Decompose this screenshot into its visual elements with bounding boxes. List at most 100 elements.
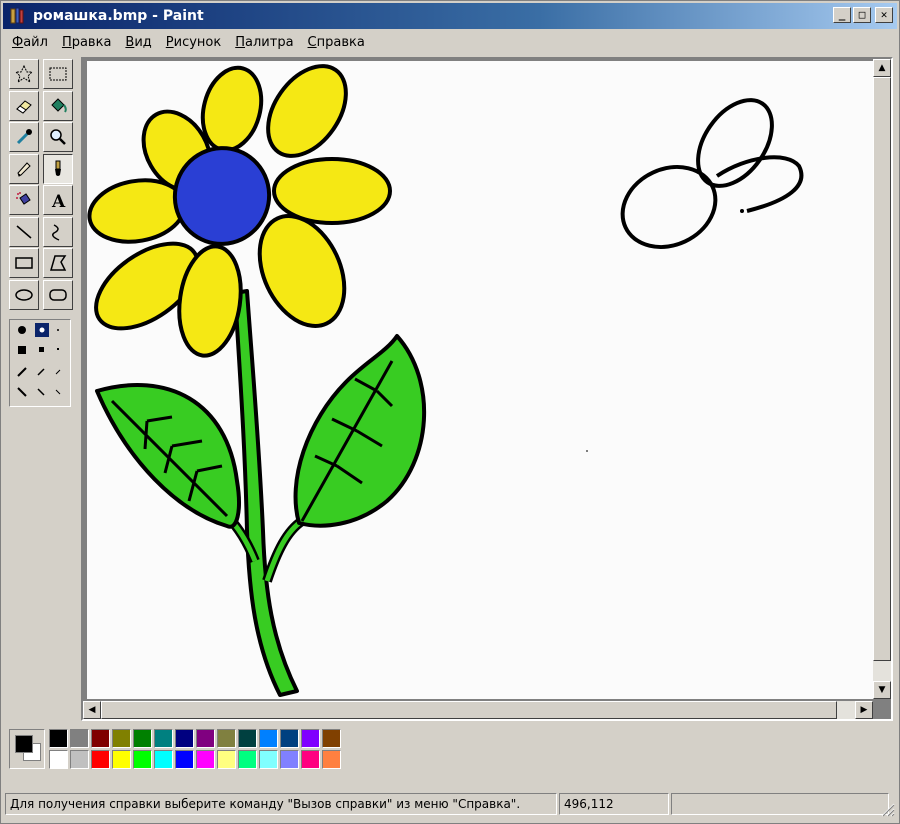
- text-a-icon: A: [51, 192, 66, 210]
- polygon-tool[interactable]: [43, 248, 73, 278]
- curve-icon: [52, 223, 60, 241]
- palette-swatch[interactable]: [175, 729, 194, 748]
- palette-swatch[interactable]: [154, 729, 173, 748]
- ellipse-tool[interactable]: [9, 279, 39, 310]
- rect-select-tool[interactable]: [43, 59, 73, 89]
- menu-image[interactable]: Рисунок: [159, 35, 228, 50]
- menu-help[interactable]: Справка: [301, 35, 372, 50]
- menu-view[interactable]: Вид: [118, 35, 158, 50]
- palette-swatch[interactable]: [280, 729, 299, 748]
- status-bar: Для получения справки выберите команду "…: [5, 793, 895, 817]
- drawing-canvas[interactable]: [87, 61, 873, 699]
- ellipse-icon: [15, 288, 33, 301]
- palette-swatch[interactable]: [301, 750, 320, 769]
- text-tool[interactable]: A: [43, 185, 73, 215]
- paint-bucket-icon: [51, 97, 67, 113]
- paint-app-icon[interactable]: [9, 7, 25, 25]
- line-icon: [16, 224, 32, 239]
- palette-swatch[interactable]: [133, 750, 152, 769]
- pencil-icon: [17, 161, 31, 177]
- palette-swatch[interactable]: [49, 750, 68, 769]
- palette-swatch[interactable]: [91, 729, 110, 748]
- palette-swatch[interactable]: [91, 750, 110, 769]
- eraser-tool[interactable]: [9, 90, 39, 121]
- palette-swatch[interactable]: [49, 729, 68, 748]
- line-tool[interactable]: [9, 216, 39, 247]
- palette-swatch[interactable]: [217, 750, 236, 769]
- rect-select-icon: [49, 67, 67, 81]
- color-swatches: [49, 729, 343, 777]
- scroll-down-button[interactable]: ▼: [873, 681, 891, 699]
- menu-colors[interactable]: Палитра: [228, 35, 300, 50]
- palette-swatch[interactable]: [217, 729, 236, 748]
- palette-swatch[interactable]: [175, 750, 194, 769]
- palette-swatch[interactable]: [301, 729, 320, 748]
- rounded-rectangle-tool[interactable]: [43, 279, 73, 310]
- curve-tool[interactable]: [43, 216, 73, 247]
- airbrush-tool[interactable]: [9, 185, 39, 215]
- palette-swatch[interactable]: [196, 729, 215, 748]
- eyedropper-icon: [16, 129, 32, 145]
- scroll-left-button[interactable]: ◀: [83, 701, 101, 719]
- svg-text:A: A: [51, 192, 66, 210]
- magnifier-icon: [50, 129, 66, 145]
- palette-swatch[interactable]: [70, 750, 89, 769]
- star-select-icon: [14, 64, 34, 84]
- magnifier-tool[interactable]: [43, 122, 73, 152]
- color-palette: [9, 729, 343, 777]
- status-size: [671, 793, 889, 815]
- menu-file[interactable]: Файл: [5, 35, 55, 50]
- palette-swatch[interactable]: [70, 729, 89, 748]
- maximize-button[interactable]: □: [853, 7, 871, 23]
- palette-swatch[interactable]: [196, 750, 215, 769]
- status-help-text: Для получения справки выберите команду "…: [5, 793, 557, 815]
- brush-tool[interactable]: [43, 153, 73, 184]
- resize-grip-icon[interactable]: [879, 801, 895, 817]
- palette-swatch[interactable]: [112, 729, 131, 748]
- minimize-button[interactable]: _: [833, 7, 851, 23]
- palette-swatch[interactable]: [259, 750, 278, 769]
- palette-swatch[interactable]: [259, 729, 278, 748]
- vertical-scrollbar[interactable]: ▲ ▼: [873, 59, 891, 699]
- rectangle-icon: [15, 257, 33, 269]
- palette-swatch[interactable]: [322, 729, 341, 748]
- rounded-rectangle-icon: [49, 288, 67, 301]
- close-button[interactable]: ✕: [875, 7, 893, 23]
- palette-swatch[interactable]: [322, 750, 341, 769]
- palette-swatch[interactable]: [280, 750, 299, 769]
- status-coordinates: 496,112: [559, 793, 669, 815]
- foreground-color: [15, 735, 33, 753]
- menu-bar: Файл Правка Вид Рисунок Палитра Справка: [5, 31, 372, 53]
- pencil-tool[interactable]: [9, 153, 39, 184]
- horizontal-scroll-thumb[interactable]: [101, 701, 837, 719]
- daisy-drawing: [87, 64, 804, 697]
- title-bar[interactable]: ромашка.bmp - Paint _ □ ✕: [3, 3, 897, 29]
- menu-edit[interactable]: Правка: [55, 35, 118, 50]
- horizontal-scrollbar[interactable]: ◀ ▶: [83, 701, 873, 719]
- window-title: ромашка.bmp - Paint: [33, 8, 204, 24]
- pick-color-tool[interactable]: [9, 122, 39, 152]
- airbrush-icon: [16, 192, 31, 205]
- scroll-up-button[interactable]: ▲: [873, 59, 891, 77]
- rectangle-tool[interactable]: [9, 248, 39, 278]
- palette-swatch[interactable]: [112, 750, 131, 769]
- canvas-area: ▲ ▼ ◀ ▶: [81, 57, 893, 721]
- window-controls: _ □ ✕: [833, 7, 893, 23]
- vertical-scroll-thumb[interactable]: [873, 77, 891, 661]
- free-select-tool[interactable]: [9, 59, 39, 89]
- palette-swatch[interactable]: [154, 750, 173, 769]
- butterfly-outline: [620, 98, 804, 249]
- palette-swatch[interactable]: [238, 729, 257, 748]
- polygon-icon: [50, 255, 67, 271]
- eraser-icon: [16, 99, 32, 114]
- brush-icon: [55, 160, 61, 176]
- fill-tool[interactable]: [43, 90, 73, 121]
- palette-swatch[interactable]: [133, 729, 152, 748]
- brush-shape-options[interactable]: [9, 319, 71, 407]
- palette-swatch[interactable]: [238, 750, 257, 769]
- paint-window: ромашка.bmp - Paint _ □ ✕ Файл Правка Ви…: [0, 0, 900, 824]
- flower-stem: [233, 289, 299, 697]
- current-colors-indicator: [9, 729, 45, 769]
- toolbox: A: [9, 59, 75, 419]
- scroll-right-button[interactable]: ▶: [855, 701, 873, 719]
